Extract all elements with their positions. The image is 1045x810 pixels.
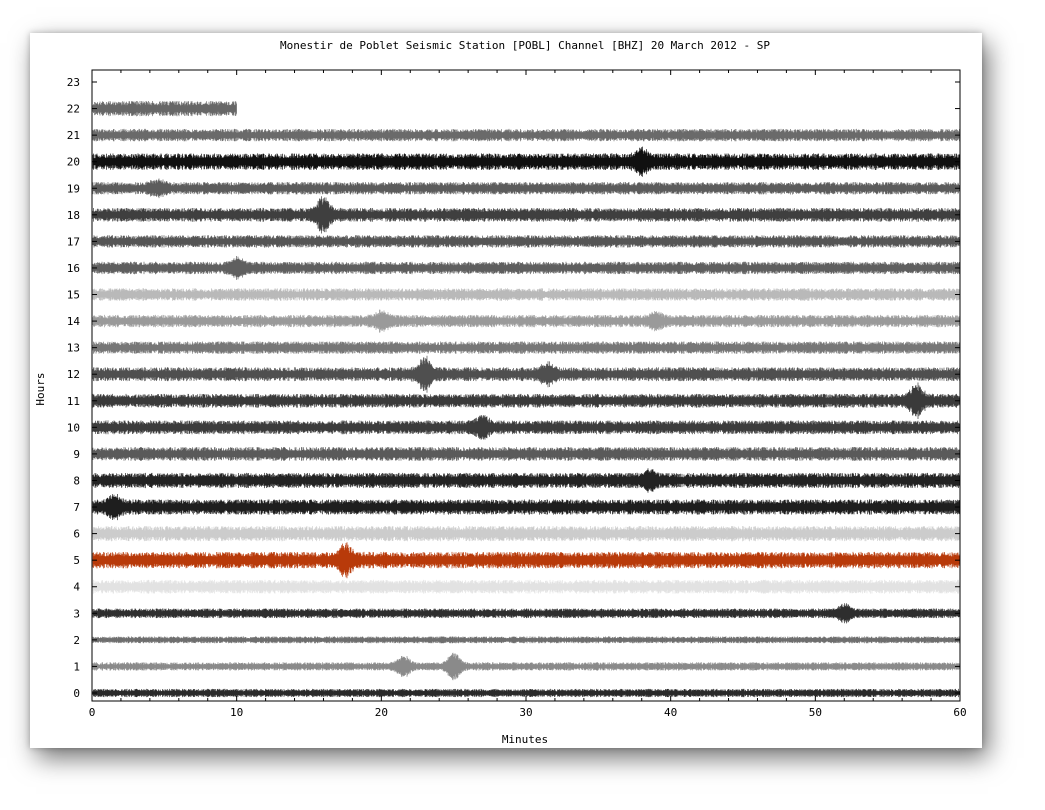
y-tick-label: 8 [73, 474, 80, 487]
trace-hour-9 [92, 447, 961, 461]
y-tick-label: 19 [67, 182, 80, 195]
trace-hour-15 [92, 288, 961, 301]
x-tick-label: 60 [953, 706, 966, 719]
x-tick-label: 40 [664, 706, 677, 719]
seismogram-chart: Monestir de Poblet Seismic Station [POBL… [34, 39, 967, 746]
trace-hour-16 [92, 256, 961, 280]
trace-hour-11 [92, 382, 961, 419]
y-tick-label: 21 [67, 129, 80, 142]
x-tick-label: 20 [375, 706, 388, 719]
chart-title: Monestir de Poblet Seismic Station [POBL… [280, 39, 770, 52]
y-tick-label: 6 [73, 528, 80, 541]
y-axis-label: Hours [34, 372, 47, 405]
y-tick-label: 20 [67, 156, 80, 169]
trace-hour-21 [92, 128, 961, 142]
y-tick-label: 12 [67, 368, 80, 381]
y-tick-label: 4 [73, 581, 80, 594]
x-tick-label: 30 [519, 706, 532, 719]
y-tick-label: 11 [67, 395, 80, 408]
trace-hour-10 [92, 415, 961, 440]
chart-card: Monestir de Poblet Seismic Station [POBL… [30, 33, 982, 748]
y-axis: 01234567891011121314151617181920212223 [67, 76, 960, 700]
y-tick-label: 10 [67, 421, 80, 434]
trace-hour-6 [92, 526, 961, 542]
y-tick-label: 15 [67, 289, 80, 302]
y-tick-label: 13 [67, 342, 80, 355]
y-tick-label: 1 [73, 660, 80, 673]
traces-group [92, 101, 961, 698]
x-tick-label: 50 [809, 706, 822, 719]
x-tick-label: 0 [89, 706, 96, 719]
trace-hour-17 [92, 235, 961, 248]
y-tick-label: 16 [67, 262, 80, 275]
trace-hour-13 [92, 341, 961, 354]
y-tick-label: 2 [73, 634, 80, 647]
trace-hour-1 [92, 652, 961, 681]
trace-hour-14 [92, 309, 961, 333]
trace-hour-0 [92, 688, 961, 698]
y-tick-label: 17 [67, 235, 80, 248]
x-tick-label: 10 [230, 706, 243, 719]
y-tick-label: 14 [67, 315, 81, 328]
trace-hour-2 [92, 636, 961, 644]
trace-hour-22 [92, 101, 237, 117]
y-tick-label: 7 [73, 501, 80, 514]
trace-hour-8 [92, 468, 961, 493]
stage: Monestir de Poblet Seismic Station [POBL… [0, 0, 1045, 810]
trace-hour-18 [92, 196, 961, 234]
trace-hour-7 [92, 494, 961, 521]
trace-hour-3 [92, 603, 961, 624]
y-tick-label: 9 [73, 448, 80, 461]
trace-hour-19 [92, 178, 961, 199]
y-tick-label: 3 [73, 607, 80, 620]
y-tick-label: 22 [67, 103, 80, 116]
trace-hour-12 [92, 355, 961, 393]
y-tick-label: 0 [73, 687, 80, 700]
trace-hour-5 [92, 542, 961, 579]
x-axis-label: Minutes [502, 733, 548, 746]
y-tick-label: 18 [67, 209, 80, 222]
y-tick-label: 23 [67, 76, 80, 89]
trace-hour-4 [92, 579, 961, 594]
trace-hour-20 [92, 146, 961, 177]
y-tick-label: 5 [73, 554, 80, 567]
